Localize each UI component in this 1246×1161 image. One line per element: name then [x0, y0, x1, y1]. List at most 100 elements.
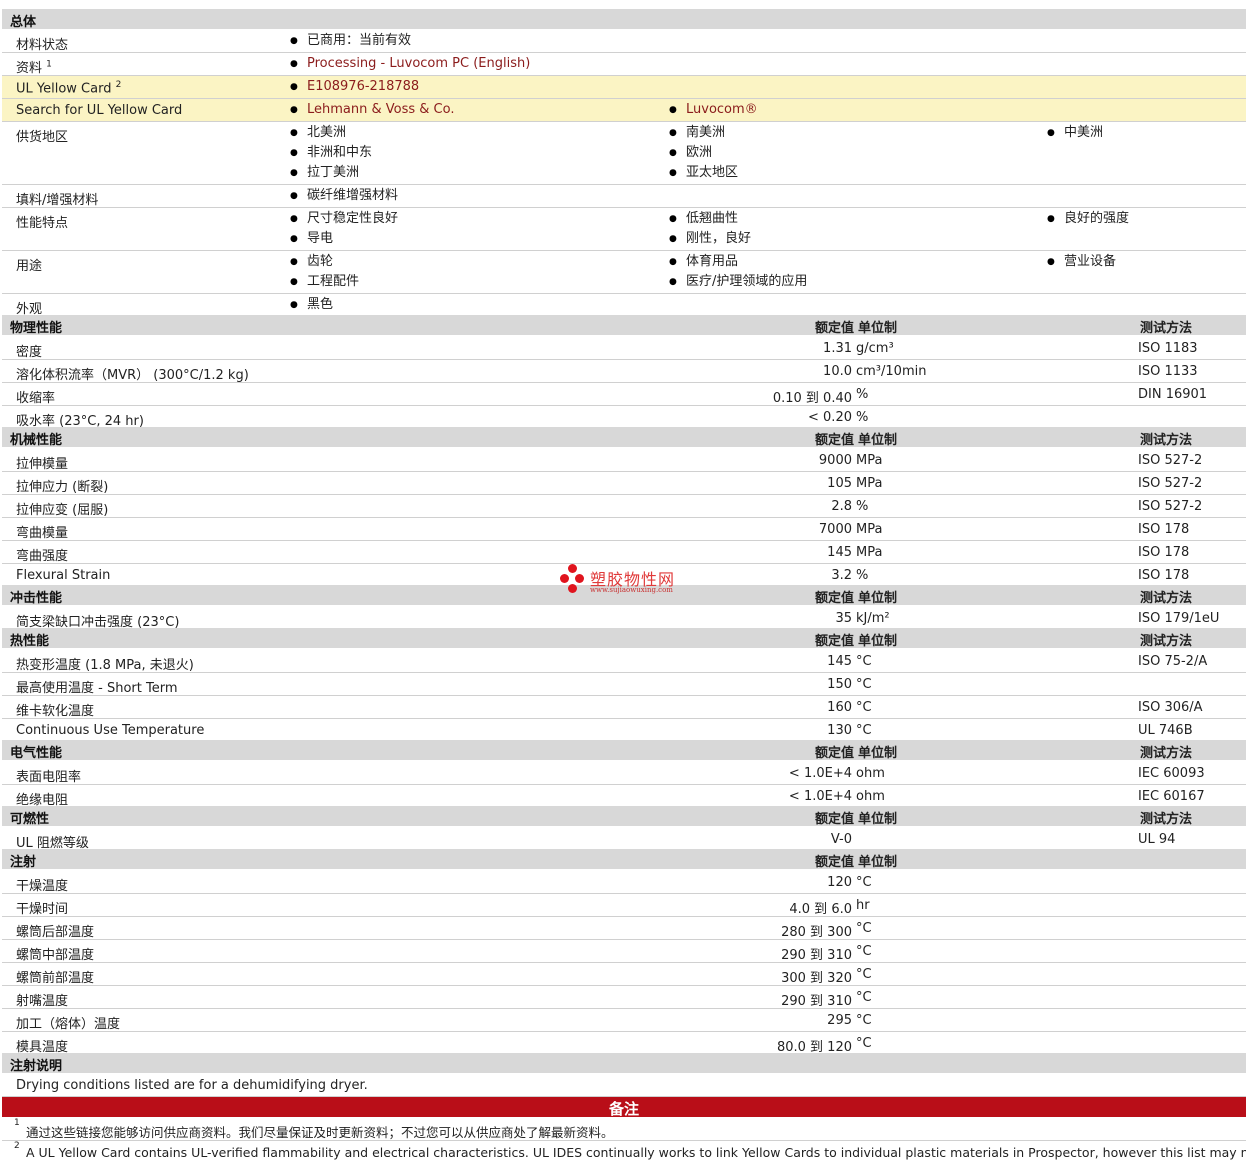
footnote-ref[interactable]: 1	[46, 60, 52, 70]
header-method: 测试方法	[1140, 433, 1193, 448]
property-label: 干燥时间	[16, 902, 69, 917]
property-value: 130	[827, 723, 852, 738]
header-unit: 单位制	[858, 591, 898, 606]
test-method: ISO 306/A	[1138, 700, 1203, 715]
property-value: 3.2	[831, 568, 852, 583]
bullet-icon: ●	[290, 105, 298, 115]
header-method: 测试方法	[1140, 746, 1193, 761]
bullet-icon: ●	[669, 168, 677, 178]
property-label: 维卡软化温度	[16, 704, 95, 719]
processing-doc-link[interactable]: Processing - Luvocom PC (English)	[307, 56, 530, 71]
property-value: 160	[827, 700, 852, 715]
notes-title: 备注	[608, 1100, 639, 1118]
row-label: 填料/增强材料	[16, 193, 99, 208]
section-injection-header: 注射 额定值 单位制	[2, 849, 1246, 870]
test-method: UL 94	[1138, 832, 1176, 847]
row-ul-yellow-card: UL Yellow Card 2 ● E108976-218788	[2, 76, 1246, 99]
row-label: Search for UL Yellow Card	[16, 103, 183, 118]
list-item: 齿轮	[307, 254, 334, 269]
test-method: ISO 527-2	[1138, 499, 1203, 514]
ul-card-link[interactable]: E108976-218788	[307, 79, 419, 94]
property-unit: °C	[856, 921, 872, 936]
bullet-icon: ●	[290, 59, 298, 69]
property-value: 300 到 320	[781, 971, 852, 986]
supplier-link[interactable]: Lehmann & Voss & Co.	[307, 102, 454, 117]
property-value: < 1.0E+4	[788, 766, 852, 781]
test-method: ISO 179/1eU	[1138, 611, 1220, 626]
property-unit: %	[856, 387, 869, 402]
section-title: 热性能	[10, 634, 50, 649]
row-injection-note: Drying conditions listed are for a dehum…	[2, 1074, 1246, 1097]
property-unit: °C	[856, 967, 872, 982]
header-nominal: 额定值	[814, 812, 854, 827]
section-mechanical-header: 机械性能 额定值 单位制 测试方法	[2, 427, 1246, 448]
property-value: < 1.0E+4	[788, 789, 852, 804]
property-label: 拉伸模量	[16, 457, 69, 472]
list-item: 碳纤维增强材料	[307, 188, 399, 203]
list-item: 尺寸稳定性良好	[307, 211, 399, 226]
list-item: 欧洲	[686, 145, 713, 160]
property-value: 145	[827, 545, 852, 560]
row-filler: 填料/增强材料 ● 碳纤维增强材料	[2, 185, 1246, 208]
header-method: 测试方法	[1140, 591, 1193, 606]
label-text: UL Yellow Card	[16, 81, 112, 97]
test-method: ISO 178	[1138, 522, 1190, 537]
property-unit: MPa	[856, 453, 883, 468]
list-item: 营业设备	[1064, 254, 1117, 269]
test-method: DIN 16901	[1138, 387, 1208, 402]
datasheet: 总体 材料状态 ● 已商用：当前有效 资料 1 ● Processing - Luv…	[0, 0, 1246, 1161]
property-value: 0.10 到 0.40	[772, 391, 852, 406]
property-label: 干燥温度	[16, 879, 69, 894]
brand-link[interactable]: Luvocom®	[686, 102, 758, 117]
section-injection-notes-header: 注射说明	[2, 1053, 1246, 1074]
property-unit: °C	[856, 723, 872, 738]
watermark-url: www.sujiaowuxing.com	[590, 586, 673, 594]
section-thermal-header: 热性能 额定值 单位制 测试方法	[2, 628, 1246, 649]
row-material-status: 材料状态 ● 已商用：当前有效	[2, 30, 1246, 53]
property-row: 弯曲强度 145 MPa ISO 178	[2, 541, 1246, 564]
header-unit: 单位制	[858, 634, 898, 649]
header-nominal: 额定值	[814, 591, 854, 606]
section-physical-header: 物理性能 额定值 单位制 测试方法	[2, 315, 1246, 336]
property-row: 收缩率 0.10 到 0.40% DIN 16901	[2, 383, 1246, 406]
footnote-ref[interactable]: 2	[116, 80, 122, 90]
property-row: 简支梁缺口冲击强度 (23°C) 35 kJ/m² ISO 179/1eU	[2, 607, 1246, 630]
list-item: 南美洲	[686, 125, 726, 140]
property-label: 加工（熔体）温度	[16, 1017, 121, 1032]
list-item: 低翘曲性	[686, 211, 739, 226]
property-row: 表面电阻率 < 1.0E+4 ohm IEC 60093	[2, 762, 1246, 785]
property-row: 绝缘电阻 < 1.0E+4 ohm IEC 60167	[2, 785, 1246, 808]
property-unit: %	[856, 568, 869, 583]
bullet-icon: ●	[290, 257, 298, 267]
property-row: 射嘴温度 290 到 310 °C	[2, 986, 1246, 1009]
property-unit: MPa	[856, 522, 883, 537]
test-method: ISO 1183	[1138, 341, 1198, 356]
row-availability: 供货地区 ● 北美洲 ● 非洲和中东 ● 拉丁美洲 ● 南美洲 ● 欧洲 ● 亚太地区 ● 中…	[2, 122, 1246, 185]
bullet-icon: ●	[290, 277, 298, 287]
notes-header: 备注	[2, 1097, 1246, 1118]
property-label: 射嘴温度	[16, 994, 69, 1009]
header-unit: 单位制	[858, 433, 898, 448]
property-label: 螺筒前部温度	[16, 971, 95, 986]
section-title: 注射	[10, 855, 37, 870]
property-value: 105	[827, 476, 852, 491]
property-value: 9000	[818, 453, 852, 468]
bullet-icon: ●	[290, 148, 298, 158]
property-unit: hr	[856, 898, 870, 913]
header-nominal: 额定值	[814, 855, 854, 870]
row-label: 供货地区	[16, 130, 69, 145]
list-item: 中美洲	[1064, 125, 1104, 140]
row-label: 性能特点	[16, 216, 69, 231]
header-nominal: 额定值	[814, 321, 854, 336]
row-label: UL Yellow Card 2	[16, 80, 121, 96]
list-item: 黑色	[307, 297, 334, 312]
list-item: 导电	[307, 231, 334, 246]
property-row: 螺筒中部温度 290 到 310 °C	[2, 940, 1246, 963]
property-row: 吸水率 (23°C, 24 hr) < 0.20%	[2, 406, 1246, 429]
list-item: 良好的强度	[1064, 211, 1130, 226]
test-method: ISO 527-2	[1138, 476, 1203, 491]
test-method: ISO 75-2/A	[1138, 654, 1208, 669]
header-nominal: 额定值	[814, 634, 854, 649]
footnote-text: A UL Yellow Card contains UL-verified fl…	[26, 1145, 1246, 1160]
property-row: 螺筒前部温度 300 到 320 °C	[2, 963, 1246, 986]
